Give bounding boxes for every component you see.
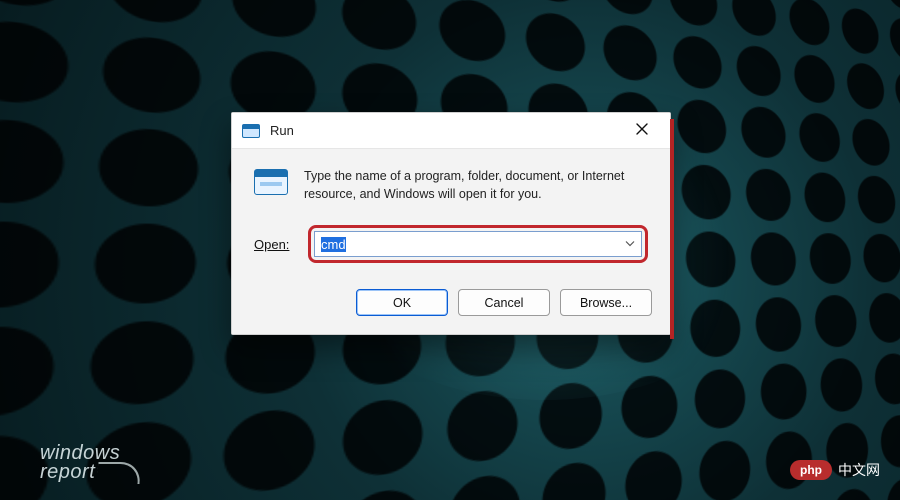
run-dialog: Run Type the name of a program, folder, …: [231, 112, 671, 335]
watermark-windowsreport: windows report: [40, 444, 141, 482]
open-input[interactable]: [314, 231, 642, 257]
run-icon: [254, 169, 288, 195]
chevron-down-icon[interactable]: [625, 239, 635, 250]
open-field-highlight: [308, 225, 648, 263]
open-label: Open:: [254, 237, 294, 252]
close-icon: [636, 122, 648, 139]
php-badge: php: [790, 460, 832, 480]
ok-button[interactable]: OK: [356, 289, 448, 316]
titlebar: Run: [232, 113, 670, 149]
browse-button[interactable]: Browse...: [560, 289, 652, 316]
dialog-body: Type the name of a program, folder, docu…: [232, 149, 670, 273]
dialog-actions: OK Cancel Browse...: [232, 273, 670, 334]
cancel-button[interactable]: Cancel: [458, 289, 550, 316]
run-titlebar-icon: [242, 124, 260, 138]
dialog-title: Run: [270, 123, 294, 138]
dialog-description: Type the name of a program, folder, docu…: [304, 167, 648, 203]
watermark-phpcn: php 中文网: [790, 460, 880, 480]
open-combobox[interactable]: [314, 231, 642, 257]
swoosh-icon: [99, 470, 141, 480]
close-button[interactable]: [622, 117, 662, 145]
